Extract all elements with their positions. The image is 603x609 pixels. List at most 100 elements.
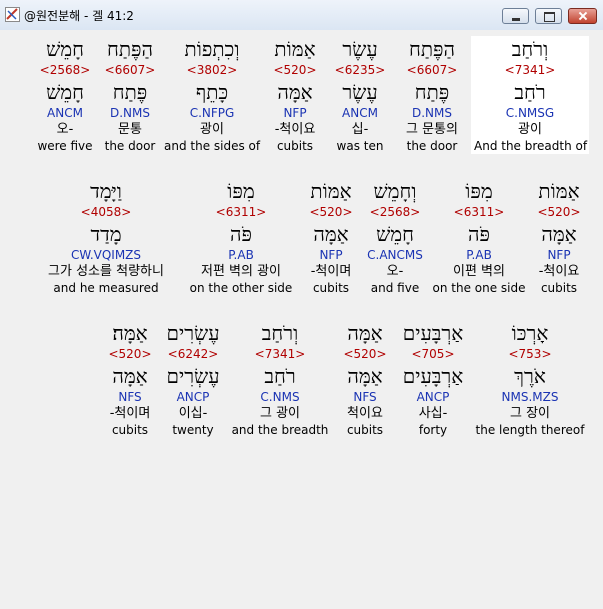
strong-number[interactable]: <520> xyxy=(102,346,158,362)
hebrew-word: וַיָּמָד xyxy=(90,179,122,203)
strong-number[interactable]: <6607> xyxy=(396,62,468,78)
strong-number[interactable]: <4058> xyxy=(34,204,178,220)
english-gloss: twenty xyxy=(172,423,214,437)
hebrew-word: הַפֶּתַח xyxy=(408,37,455,61)
korean-gloss: -척이요 xyxy=(274,122,316,137)
morph-code: NMS.MZS xyxy=(501,390,559,404)
lemma-word: כָּתֵף xyxy=(195,80,229,104)
strong-number[interactable]: <6311> xyxy=(432,204,526,220)
korean-gloss: -척이며 xyxy=(109,406,151,421)
word-cell[interactable]: אַמָּה <520> אַמָּה NFS 척이요 cubits xyxy=(335,320,395,438)
verse-line-1: וְרֹחַב <7341> רֹחַב C.NMSG 광이 And the b… xyxy=(31,36,589,166)
korean-gloss: 오- xyxy=(386,264,404,279)
title-bar[interactable]: @원전분해 - 겔 41:2 xyxy=(0,0,603,31)
word-cell[interactable]: אָרְכּוֹ <753> אֹרֶךְ NMS.MZS 그 장이 the l… xyxy=(471,320,589,438)
morph-code: P.AB xyxy=(466,248,492,262)
strong-number[interactable]: <6242> xyxy=(164,346,222,362)
word-cell[interactable]: וְרֹחַב <7341> רֹחַב C.NMSG 광이 And the b… xyxy=(471,36,589,154)
english-gloss: cubits xyxy=(346,423,384,437)
english-gloss: forty xyxy=(418,423,448,437)
hebrew-word: מִפּוֹ xyxy=(465,179,493,203)
english-gloss: and the breadth xyxy=(231,423,329,437)
maximize-button[interactable] xyxy=(535,8,562,24)
hebrew-word: וְכִתְפוֹת xyxy=(184,37,240,61)
word-cell[interactable]: מִפּוֹ <6311> פֹּה P.AB 이편 벽의 on the one… xyxy=(429,178,529,296)
lemma-word: רֹחַב xyxy=(514,80,546,104)
hebrew-word: וְרֹחַב xyxy=(511,37,549,61)
morph-code: ANCM xyxy=(342,106,378,120)
hebrew-word: וְחָמֵשׁ xyxy=(373,179,417,203)
lemma-word: אַרְבָּעִים xyxy=(402,364,464,388)
english-gloss: cubits xyxy=(540,281,578,295)
word-cell[interactable]: חָמֵשׁ <2568> חָמֵשׁ ANCM 오- were five xyxy=(31,36,99,154)
morph-code: CW.VQIMZS xyxy=(70,248,142,262)
minimize-button[interactable] xyxy=(502,8,529,24)
lemma-word: עֶשֶׂר xyxy=(342,80,378,104)
interlinear-panel: וְרֹחַב <7341> רֹחַב C.NMSG 광이 And the b… xyxy=(0,30,603,609)
word-cell[interactable]: עֶשֶׂר <6235> עֶשֶׂר ANCM 십- was ten xyxy=(327,36,393,154)
word-cell[interactable]: אַרְבָּעִים <705> אַרְבָּעִים ANCP 사십- f… xyxy=(395,320,471,438)
hebrew-word: הַפֶּתַח xyxy=(106,37,153,61)
strong-number[interactable]: <520> xyxy=(338,346,392,362)
word-cell[interactable]: וְחָמֵשׁ <2568> חָמֵשׁ C.ANCMS 오- and fi… xyxy=(361,178,429,296)
lemma-word: פֹּה xyxy=(468,222,490,246)
word-cell[interactable]: אַמּוֹת <520> אַמָּה NFP -척이요 cubits xyxy=(529,178,589,296)
strong-number[interactable]: <520> xyxy=(304,204,358,220)
strong-number[interactable]: <6607> xyxy=(102,62,158,78)
strong-number[interactable]: <753> xyxy=(474,346,586,362)
korean-gloss: 그 문통의 xyxy=(406,122,458,137)
morph-code: NFP xyxy=(547,248,571,262)
korean-gloss: 광이 xyxy=(200,122,224,137)
app-window: @원전분해 - 겔 41:2 וְרֹחַב <7341> רֹחַב C.NM… xyxy=(0,0,603,609)
hebrew-word: אַמָּה xyxy=(347,321,383,345)
lemma-word: אֹרֶךְ xyxy=(514,364,546,388)
english-gloss: and the sides of xyxy=(164,139,261,153)
strong-number[interactable]: <2568> xyxy=(34,62,96,78)
word-cell[interactable]: הַפֶּתַח <6607> פֶּתַח D.NMS 그 문통의 the d… xyxy=(393,36,471,154)
app-logo-icon xyxy=(5,7,20,22)
hebrew-word: מִפּוֹ xyxy=(227,179,255,203)
english-gloss: were five xyxy=(37,139,93,153)
korean-gloss: 사십- xyxy=(418,406,448,421)
word-cell[interactable]: וְרֹחַב <7341> רֹחַב C.NMS 그 광이 and the … xyxy=(225,320,335,438)
english-gloss: cubits xyxy=(276,139,314,153)
window-title: @원전분해 - 겔 41:2 xyxy=(24,9,134,23)
lemma-word: פֹּה xyxy=(230,222,252,246)
lemma-word: פֶּתַח xyxy=(414,80,450,104)
morph-code: C.NFPG xyxy=(189,106,235,120)
word-cell[interactable]: אַמּוֹת <520> אַמָּה NFP -척이며 cubits xyxy=(301,178,361,296)
word-cell[interactable]: הַפֶּתַח <6607> פֶּתַח D.NMS 문통 the door xyxy=(99,36,161,154)
strong-number[interactable]: <7341> xyxy=(474,62,586,78)
lemma-word: עֶשְׂרִים xyxy=(166,364,220,388)
close-button[interactable] xyxy=(568,8,597,24)
lemma-word: אַמָּה xyxy=(313,222,349,246)
word-cell[interactable]: וְכִתְפוֹת <3802> כָּתֵף C.NFPG 광이 and t… xyxy=(161,36,263,154)
morph-code: P.AB xyxy=(228,248,254,262)
english-gloss: the door xyxy=(104,139,156,153)
english-gloss: and he measured xyxy=(53,281,159,295)
korean-gloss: 저편 벽의 광이 xyxy=(200,264,282,279)
korean-gloss: 오- xyxy=(56,122,74,137)
strong-number[interactable]: <6235> xyxy=(330,62,390,78)
word-cell[interactable]: עֶשְׂרִים <6242> עֶשְׂרִים ANCP 이십- twen… xyxy=(161,320,225,438)
word-cell[interactable]: מִפּוֹ <6311> פֹּה P.AB 저편 벽의 광이 on the … xyxy=(181,178,301,296)
word-cell[interactable]: וַיָּמָד <4058> מָדַד CW.VQIMZS 그가 성소를 척… xyxy=(31,178,181,296)
word-cell[interactable]: אַמּוֹת <520> אַמָּה NFP -척이요 cubits xyxy=(263,36,327,154)
lemma-word: מָדַד xyxy=(90,222,122,246)
strong-number[interactable]: <520> xyxy=(266,62,324,78)
strong-number[interactable]: <2568> xyxy=(364,204,426,220)
hebrew-word: אַרְבָּעִים xyxy=(402,321,464,345)
strong-number[interactable]: <520> xyxy=(532,204,586,220)
strong-number[interactable]: <6311> xyxy=(184,204,298,220)
strong-number[interactable]: <705> xyxy=(398,346,468,362)
verse-line-3: אָרְכּוֹ <753> אֹרֶךְ NMS.MZS 그 장이 the l… xyxy=(99,320,589,450)
morph-code: C.ANCMS xyxy=(367,248,423,262)
strong-number[interactable]: <3802> xyxy=(164,62,260,78)
word-cell[interactable]: אַמָּה׃ <520> אַמָּה NFS -척이며 cubits xyxy=(99,320,161,438)
strong-number[interactable]: <7341> xyxy=(228,346,332,362)
hebrew-word: עֶשֶׂר xyxy=(342,37,378,61)
morph-code: NFS xyxy=(353,390,377,404)
hebrew-word: וְרֹחַב xyxy=(261,321,299,345)
morph-code: ANCP xyxy=(176,390,210,404)
english-gloss: on the one side xyxy=(432,281,526,295)
